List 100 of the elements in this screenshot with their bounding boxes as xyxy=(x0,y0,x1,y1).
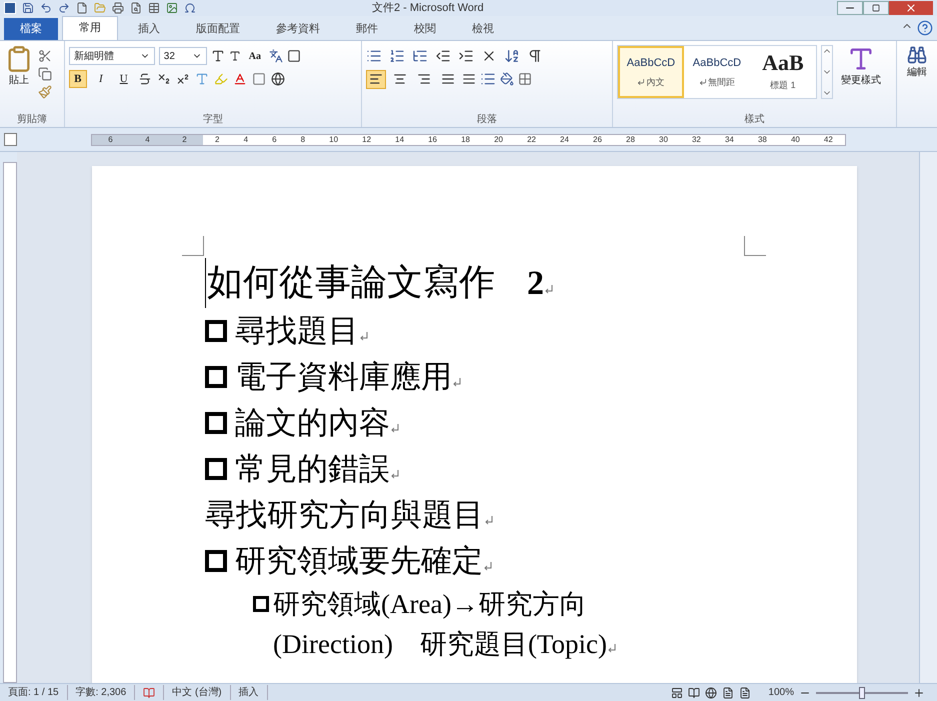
format-painter-icon[interactable] xyxy=(38,85,52,99)
reading-layout-icon[interactable] xyxy=(688,686,700,698)
web-layout-icon[interactable] xyxy=(705,686,718,698)
character-shading-icon[interactable] xyxy=(252,72,266,86)
app-icon[interactable] xyxy=(4,2,16,14)
change-styles-button[interactable]: 變更樣式 xyxy=(836,45,885,99)
zoom-in-icon[interactable] xyxy=(913,686,925,698)
style-name: 內文 xyxy=(646,76,664,88)
bullets-icon[interactable] xyxy=(366,48,382,64)
increase-indent-icon[interactable] xyxy=(458,48,474,64)
sort-icon[interactable] xyxy=(504,48,520,64)
align-button[interactable] xyxy=(366,70,386,88)
document-text: 研究領域(Area)→研究方向 (Direction) 研究題目(Topic) xyxy=(273,584,673,664)
vertical-scrollbar[interactable] xyxy=(919,152,937,683)
ribbon-tab[interactable]: 常用 xyxy=(62,16,118,40)
editing-button[interactable]: 編輯 xyxy=(900,45,933,80)
line-spacing-icon[interactable] xyxy=(480,71,496,87)
right-align-icon xyxy=(416,72,431,86)
style-gallery-item[interactable]: AaBbCcD 內文 xyxy=(618,46,684,98)
grow-font-icon[interactable] xyxy=(210,49,225,63)
decrease-indent-icon[interactable] xyxy=(434,48,451,64)
crop-mark-icon xyxy=(744,236,766,256)
table-icon[interactable] xyxy=(148,2,160,14)
ribbon-tab[interactable]: 校閱 xyxy=(398,18,452,40)
document-text: 尋找題目 xyxy=(235,308,368,354)
distributed-icon[interactable] xyxy=(462,72,476,86)
borders-icon[interactable] xyxy=(518,72,532,86)
word-count[interactable]: 字數: 2,306 xyxy=(68,685,136,700)
close-button[interactable] xyxy=(889,1,933,15)
style-preview: AaB xyxy=(762,51,804,76)
draft-icon[interactable] xyxy=(739,686,752,698)
strikethrough-icon[interactable] xyxy=(138,72,152,86)
style-preview: AaBbCcD xyxy=(626,56,676,71)
ribbon-tab[interactable]: 檢視 xyxy=(456,18,510,40)
checkbox-bullet-icon xyxy=(205,550,227,572)
print-preview-icon[interactable] xyxy=(130,2,142,14)
maximize-icon xyxy=(872,4,880,12)
zoom-slider-thumb[interactable] xyxy=(859,686,865,698)
multilevel-list-icon[interactable] xyxy=(412,48,428,64)
insert-mode-indicator[interactable]: 插入 xyxy=(230,685,268,700)
document-heading: 如何從事論文寫作 2 xyxy=(207,262,553,302)
print-layout-icon[interactable] xyxy=(671,686,684,698)
numbering-icon[interactable] xyxy=(388,48,405,64)
undo-icon[interactable] xyxy=(40,2,52,14)
font-name-value: 新細明體 xyxy=(74,50,114,64)
paragraph-mark-icon xyxy=(391,424,399,433)
redo-icon[interactable] xyxy=(58,2,70,14)
document-text: 論文的內容 xyxy=(235,400,399,446)
outline-icon[interactable] xyxy=(722,686,734,698)
style-preview: AaBbCcD xyxy=(692,56,742,71)
ribbon-tab[interactable]: 郵件 xyxy=(340,18,394,40)
cut-icon[interactable] xyxy=(38,49,52,63)
style-gallery-item[interactable]: AaB 標題 1 xyxy=(750,46,816,98)
ribbon-tab[interactable]: 版面配置 xyxy=(180,18,256,40)
phonetic-guide-icon[interactable] xyxy=(269,49,284,63)
ribbon-tab[interactable]: 插入 xyxy=(122,18,176,40)
checkbox-bullet-icon xyxy=(205,320,227,342)
paragraph-mark-icon xyxy=(360,332,368,341)
paste-button[interactable]: 貼上 xyxy=(4,45,34,99)
page-count[interactable]: 頁面: 1 / 15 xyxy=(0,685,68,700)
font-name-field[interactable]: 新細明體 xyxy=(68,47,155,65)
subscript-icon[interactable] xyxy=(156,72,171,86)
format-button[interactable]: B xyxy=(68,70,87,88)
help-icon[interactable] xyxy=(917,20,933,36)
save-icon[interactable] xyxy=(22,2,34,14)
paragraph-mark-icon xyxy=(608,644,616,653)
picture-icon[interactable] xyxy=(166,2,178,14)
shading-icon[interactable] xyxy=(500,72,514,86)
document-text: 研究領域要先確定 xyxy=(235,538,492,584)
language-indicator[interactable]: 中文 (台灣) xyxy=(163,685,231,700)
ribbon-tab[interactable]: 參考資料 xyxy=(260,18,336,40)
close-icon xyxy=(905,2,917,14)
symbol-icon[interactable] xyxy=(184,2,196,14)
style-name: 無間距 xyxy=(708,76,735,88)
print-icon[interactable] xyxy=(112,2,124,14)
font-color-icon[interactable] xyxy=(232,72,247,86)
proofing-icon[interactable] xyxy=(143,686,156,698)
change-case-button[interactable]: Aa xyxy=(244,48,266,64)
document-text: 尋找研究方向與題目 xyxy=(205,492,493,538)
superscript-icon[interactable] xyxy=(176,72,190,86)
minimize-button[interactable] xyxy=(837,1,863,15)
shrink-font-icon[interactable] xyxy=(228,50,241,62)
ribbon-tab[interactable]: 檔案 xyxy=(4,18,58,40)
copy-icon[interactable] xyxy=(38,67,52,81)
enclose-character-icon[interactable] xyxy=(270,72,285,86)
checkbox-bullet-icon xyxy=(205,458,227,480)
show-marks-icon[interactable] xyxy=(526,48,543,64)
style-gallery-item[interactable]: AaBbCcD 無間距 xyxy=(684,46,750,98)
justify-align-icon xyxy=(440,72,455,86)
format-button[interactable]: I xyxy=(92,70,110,88)
zoom-level[interactable]: 100% xyxy=(768,685,794,700)
tab-selector-icon[interactable] xyxy=(4,133,17,146)
maximize-button[interactable] xyxy=(863,1,889,15)
font-size-field[interactable]: 32 xyxy=(158,47,207,65)
character-border-icon[interactable] xyxy=(287,49,302,63)
new-document-icon[interactable] xyxy=(76,2,88,14)
format-button[interactable]: U xyxy=(114,70,133,88)
crop-mark-icon xyxy=(182,236,204,256)
text-effects-icon[interactable] xyxy=(194,72,209,86)
group-label: 樣式 xyxy=(743,113,766,127)
